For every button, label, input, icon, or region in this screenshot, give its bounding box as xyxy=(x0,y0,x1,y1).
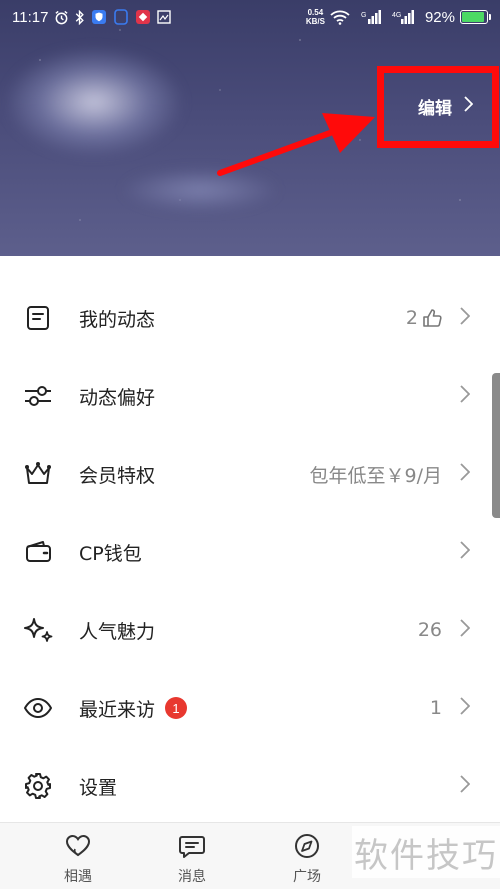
sliders-icon xyxy=(22,380,54,412)
network-speed: 0.54 KB/S xyxy=(306,8,325,26)
app-icon-red xyxy=(135,9,151,25)
svg-text:4G: 4G xyxy=(392,12,401,19)
likes-count: 2 xyxy=(405,307,418,329)
chat-icon xyxy=(178,833,206,863)
edit-label: 编辑 xyxy=(418,98,452,119)
status-bar: 11:17 0.54 KB/S G 4G 92% xyxy=(0,0,500,34)
menu-label-text: 最近来访 xyxy=(79,698,156,721)
menu-value: 1 xyxy=(429,697,442,719)
gear-icon xyxy=(22,770,54,802)
nav-tab-encounter[interactable]: 相遇 xyxy=(43,833,113,886)
chevron-right-icon xyxy=(460,463,471,485)
menu-label: CP钱包 xyxy=(79,542,142,565)
chevron-right-icon xyxy=(460,385,471,407)
battery-fill xyxy=(462,12,485,22)
menu-value: 包年低至￥9/月 xyxy=(309,464,443,487)
menu-label: 最近来访 1 xyxy=(79,695,188,722)
menu-item-recent-visitors[interactable]: 最近来访 1 1 xyxy=(0,669,500,747)
svg-text:G: G xyxy=(361,12,366,19)
nav-tab-messages[interactable]: 消息 xyxy=(157,833,227,886)
scrollbar-thumb[interactable] xyxy=(492,373,500,518)
wifi-icon xyxy=(330,10,350,25)
menu-item-popularity[interactable]: 人气魅力 26 xyxy=(0,591,500,669)
nav-label: 广场 xyxy=(293,869,321,885)
menu-label: 人气魅力 xyxy=(79,620,156,643)
chevron-right-icon xyxy=(460,697,471,719)
network-speed-value: 0.54 xyxy=(307,8,324,17)
crown-icon xyxy=(22,458,54,490)
image-icon xyxy=(157,10,172,24)
menu-item-vip-privileges[interactable]: 会员特权 包年低至￥9/月 xyxy=(0,435,500,513)
menu-value: 2 xyxy=(406,307,442,329)
thumbs-up-icon xyxy=(422,308,442,328)
edit-profile-button[interactable]: 编辑 xyxy=(418,94,474,119)
chevron-right-icon xyxy=(460,541,471,563)
watermark: 软件技巧 xyxy=(352,826,500,878)
bluetooth-icon xyxy=(75,9,85,25)
battery-icon xyxy=(460,10,491,24)
battery-percent: 92% xyxy=(424,8,455,26)
document-icon xyxy=(22,302,54,334)
menu-label: 动态偏好 xyxy=(79,386,156,409)
menu-item-settings[interactable]: 设置 xyxy=(0,747,500,825)
network-speed-unit: KB/S xyxy=(305,17,325,26)
alarm-icon xyxy=(54,10,69,25)
app-icon xyxy=(113,9,129,25)
eye-icon xyxy=(22,692,54,724)
chevron-right-icon xyxy=(460,619,471,641)
status-time: 11:17 xyxy=(12,8,49,26)
signal-icon: G xyxy=(361,9,381,25)
menu-value: 26 xyxy=(417,619,442,641)
wallet-icon xyxy=(22,536,54,568)
chevron-right-icon xyxy=(464,95,474,117)
signal-4g-icon: 4G xyxy=(392,9,414,25)
chevron-right-icon xyxy=(460,775,471,797)
nav-label: 相遇 xyxy=(64,869,92,885)
menu-item-moment-preferences[interactable]: 动态偏好 xyxy=(0,357,500,435)
menu-label: 设置 xyxy=(79,776,118,799)
profile-menu: 我的动态 2 动态偏好 会员特权 包年低至￥9/月 CP钱包 人气魅力 26 最… xyxy=(0,256,500,822)
menu-item-cp-wallet[interactable]: CP钱包 xyxy=(0,513,500,591)
chevron-right-icon xyxy=(460,307,471,329)
compass-icon xyxy=(293,833,321,863)
annotation-arrow xyxy=(217,113,375,176)
sparkle-icon xyxy=(22,614,54,646)
shield-app-icon xyxy=(91,9,107,25)
profile-avatar-blurred[interactable] xyxy=(4,40,204,160)
nav-label: 消息 xyxy=(178,869,206,885)
menu-label: 我的动态 xyxy=(79,308,156,331)
notification-badge: 1 xyxy=(165,697,188,719)
heart-icon xyxy=(64,833,92,863)
nav-tab-square[interactable]: 广场 xyxy=(272,833,342,886)
menu-item-my-moments[interactable]: 我的动态 2 xyxy=(0,279,500,357)
menu-label: 会员特权 xyxy=(79,464,156,487)
